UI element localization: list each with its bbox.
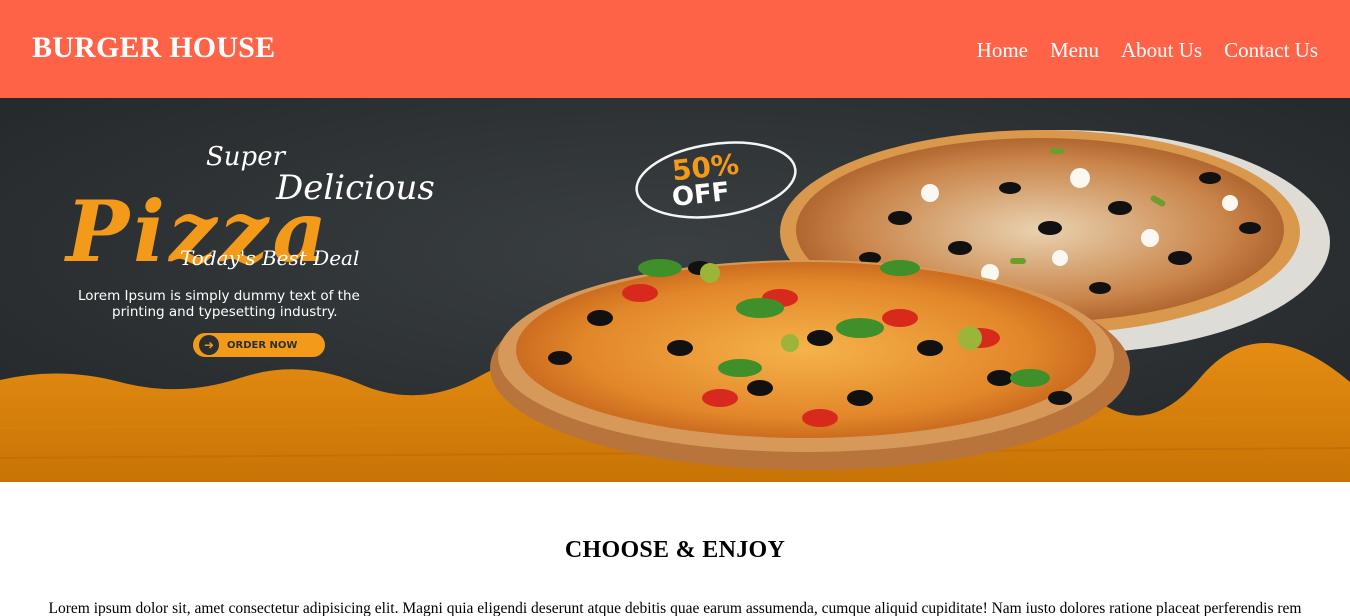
nav-menu-link[interactable]: Menu: [1050, 38, 1099, 63]
hero-banner: Super Delicious Pizza Today's Best Deal …: [0, 98, 1350, 482]
banner-tagline: Today's Best Deal: [180, 246, 360, 270]
main-nav: Home Menu About Us Contact Us: [977, 38, 1318, 63]
nav-contact-link[interactable]: Contact Us: [1224, 38, 1318, 63]
section-intro-text: Lorem ipsum dolor sit, amet consectetur …: [48, 600, 1302, 616]
arrow-right-icon: ➜: [199, 335, 219, 355]
banner-description-line2: printing and typesetting industry.: [112, 304, 338, 320]
banner-script-super: Super: [206, 142, 286, 172]
banner-description-line1: Lorem Ipsum is simply dummy text of the: [78, 288, 360, 304]
nav-home-link[interactable]: Home: [977, 38, 1028, 63]
section-title: CHOOSE & ENJOY: [564, 537, 786, 563]
order-now-label: ORDER NOW: [227, 339, 298, 351]
site-header: BURGER HOUSE Home Menu About Us Contact …: [0, 0, 1350, 98]
brand-logo[interactable]: BURGER HOUSE: [32, 31, 275, 65]
order-now-button[interactable]: ➜ ORDER NOW: [193, 333, 325, 357]
discount-label: OFF: [670, 177, 732, 213]
nav-about-link[interactable]: About Us: [1121, 38, 1202, 63]
